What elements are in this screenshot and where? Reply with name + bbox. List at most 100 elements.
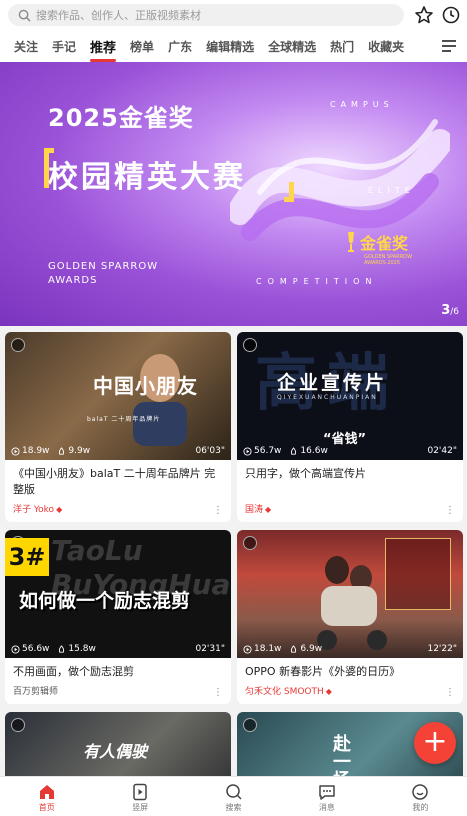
nav-messages[interactable]: 消息 (280, 777, 373, 816)
profile-icon (412, 784, 429, 800)
author-label: 百万剪辑师 (13, 687, 59, 697)
diamond-badge-icon: ◆ (56, 505, 63, 514)
likes-count: 16.6w (300, 446, 328, 456)
views-icon (243, 644, 252, 654)
tab-favorites[interactable]: 收藏夹 (368, 38, 404, 55)
author-name[interactable]: 洋子 Yoko ◆ (13, 502, 62, 515)
thumb-title-text: 赴一场 (330, 734, 351, 782)
channel-badge-icon (11, 718, 25, 732)
tab-notes[interactable]: 手记 (52, 38, 76, 55)
nav-search-label: 搜索 (225, 803, 242, 812)
likes-count: 6.9w (300, 644, 323, 654)
video-duration: 12'22" (427, 644, 457, 654)
tab-recommend[interactable]: 推荐 (90, 37, 117, 62)
trophy-icon (348, 232, 354, 252)
video-card[interactable]: 18.1w 6.9w 12'22" OPPO 新春影片《外婆的日历》 匀禾文化 … (237, 530, 463, 704)
video-duration: 02'31" (195, 644, 225, 654)
video-thumbnail[interactable]: 高端 企业宣传片 QIYEXUANCHUANPIAN “省钱” 56.7w 16… (237, 332, 463, 460)
more-options-icon[interactable]: ⋮ (213, 505, 223, 516)
star-icon[interactable] (414, 5, 434, 25)
tabs-fade (407, 30, 437, 62)
diamond-badge-icon: ◆ (325, 687, 332, 696)
thumb-tag-text: “省钱” (323, 432, 367, 447)
banner-en-line2: AWARDS (48, 275, 98, 286)
author-label: 洋子 Yoko (13, 505, 55, 515)
thumb-title-text: 中国小朋友 (93, 374, 198, 398)
nav-vertical-label: 竖屏 (132, 803, 149, 812)
views-count: 18.1w (254, 644, 282, 654)
video-duration: 06'03" (195, 446, 225, 456)
vertical-screen-icon (133, 783, 147, 801)
thumb-number-text: 3# (5, 538, 49, 576)
author-name[interactable]: 匀禾文化 SMOOTH ◆ (245, 684, 332, 697)
nav-vertical-screen[interactable]: 竖屏 (93, 777, 186, 816)
views-count: 56.6w (22, 644, 50, 654)
video-title[interactable]: 《中国小朋友》balaT 二十周年品牌片 完整版 (5, 460, 231, 498)
more-options-icon[interactable]: ⋮ (445, 687, 455, 698)
likes-count: 9.9w (68, 446, 91, 456)
video-thumbnail[interactable]: 3# TaoLu BuYongHuaMian 如何做一个励志混剪 56.6w 1… (5, 530, 231, 658)
video-title[interactable]: 只用字，做个高端宣传片 (237, 460, 463, 482)
nav-home-label: 首页 (38, 803, 55, 812)
search-input[interactable]: 搜索作品、创作人、正版视频素材 (8, 4, 404, 26)
bottom-nav: 首页 竖屏 搜索 消息 我的 (0, 776, 467, 816)
tab-guangdong[interactable]: 广东 (168, 38, 192, 55)
message-icon (319, 785, 335, 800)
search-icon (18, 9, 31, 22)
menu-icon[interactable] (441, 38, 457, 54)
scooter-riders-figure (317, 556, 387, 650)
video-thumbnail[interactable]: 有人偶驶 (5, 712, 231, 782)
nav-home[interactable]: 首页 (0, 777, 93, 816)
search-icon (225, 784, 242, 800)
more-options-icon[interactable]: ⋮ (445, 505, 455, 516)
channel-badge-icon (243, 718, 257, 732)
video-thumbnail[interactable]: 中国小朋友 balaT 二十周年品牌片 18.9w 9.9w 06'03" (5, 332, 231, 460)
golden-sparrow-logo: 金雀奖 GOLDEN SPARROW AWARDS·2025 (346, 230, 412, 266)
history-clock-icon[interactable] (441, 5, 461, 25)
nav-profile-label: 我的 (412, 803, 429, 812)
logo-cn: 金雀奖 (360, 234, 409, 253)
video-card[interactable]: 3# TaoLu BuYongHuaMian 如何做一个励志混剪 56.6w 1… (5, 530, 231, 704)
video-card[interactable]: 高端 企业宣传片 QIYEXUANCHUANPIAN “省钱” 56.7w 16… (237, 332, 463, 522)
video-card[interactable]: 中国小朋友 balaT 二十周年品牌片 18.9w 9.9w 06'03" 《中… (5, 332, 231, 522)
more-options-icon[interactable]: ⋮ (213, 687, 223, 698)
channel-badge-icon (243, 536, 257, 550)
tab-hot[interactable]: 热门 (330, 38, 354, 55)
banner-bracket-right (284, 182, 294, 202)
author-name[interactable]: 国涛 ◆ (245, 502, 271, 515)
create-fab-button[interactable]: + (414, 722, 456, 764)
video-duration: 02'42" (427, 446, 457, 456)
promo-banner[interactable]: 2025金雀奖 校园精英大赛 GOLDEN SPARROW AWARDS CAM… (0, 62, 467, 326)
banner-elite: ELITE (368, 186, 415, 195)
author-label: 国涛 (245, 505, 264, 515)
video-stats: 18.1w 6.9w 12'22" (243, 644, 457, 654)
banner-page-indicator: 3/6 (441, 303, 459, 318)
video-stats: 18.9w 9.9w 06'03" (11, 446, 225, 456)
likes-count: 15.8w (68, 644, 96, 654)
likes-icon (59, 446, 65, 455)
views-icon (11, 446, 20, 456)
channel-badge-icon (11, 338, 25, 352)
banner-competition: COMPETITION (256, 277, 378, 286)
nav-profile[interactable]: 我的 (374, 777, 467, 816)
page-total: /6 (450, 307, 459, 317)
tab-rankings[interactable]: 榜单 (130, 38, 154, 55)
nav-search[interactable]: 搜索 (187, 777, 280, 816)
tab-follow[interactable]: 关注 (14, 38, 38, 55)
top-bar: 搜索作品、创作人、正版视频素材 (0, 0, 467, 30)
views-count: 18.9w (22, 446, 50, 456)
author-name[interactable]: 百万剪辑师 (13, 684, 58, 697)
views-icon (243, 446, 252, 456)
ribbon-graphic (230, 119, 450, 241)
video-title[interactable]: OPPO 新春影片《外婆的日历》 (237, 658, 463, 680)
likes-icon (291, 644, 297, 653)
video-stats: 56.7w 16.6w 02'42" (243, 446, 457, 456)
tab-global-picks[interactable]: 全球精选 (268, 38, 316, 55)
video-card[interactable]: 有人偶驶 (5, 712, 231, 782)
views-count: 56.7w (254, 446, 282, 456)
tab-editor-picks[interactable]: 编辑精选 (206, 38, 254, 55)
video-thumbnail[interactable]: 18.1w 6.9w 12'22" (237, 530, 463, 658)
video-title[interactable]: 不用画面，做个励志混剪 (5, 658, 231, 680)
banner-main-title: 校园精英大赛 (48, 160, 246, 195)
thumb-title-text: 企业宣传片 (277, 372, 388, 394)
